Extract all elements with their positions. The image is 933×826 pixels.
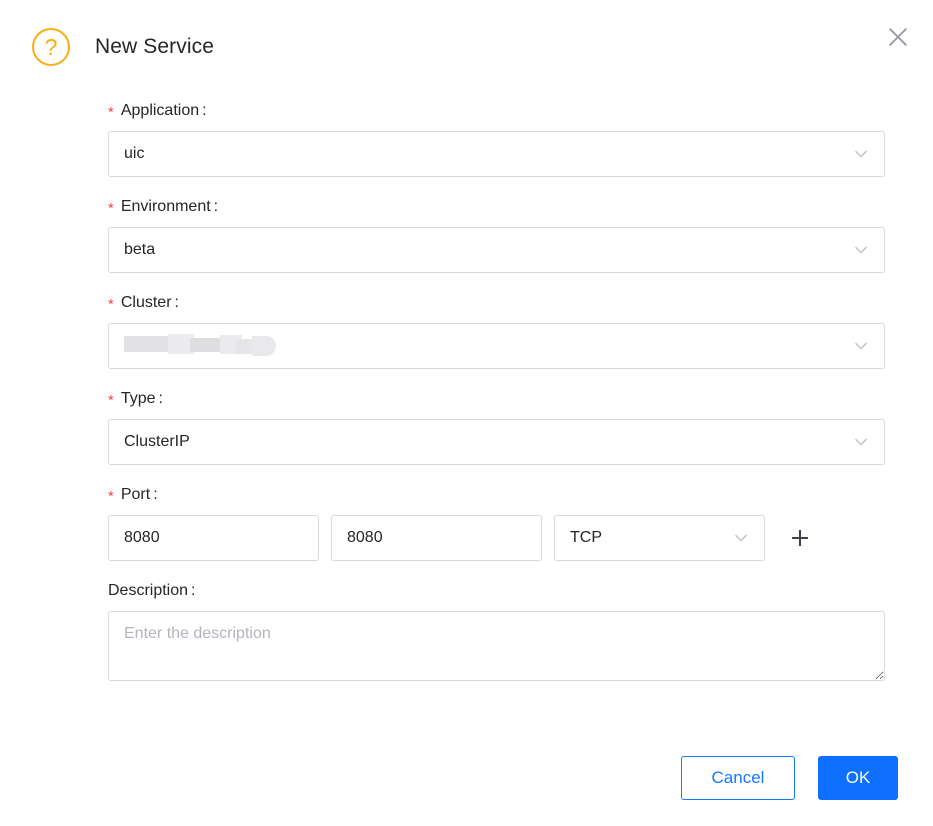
label-description: Description : xyxy=(108,580,885,602)
required-asterisk: * xyxy=(108,393,114,408)
required-asterisk: * xyxy=(108,201,114,216)
chevron-down-icon xyxy=(733,530,749,546)
cluster-select[interactable] xyxy=(108,323,885,369)
label-cluster: * Cluster : xyxy=(108,292,885,314)
cluster-select-value-redacted xyxy=(124,324,843,368)
plus-icon xyxy=(788,526,812,550)
application-select-value: uic xyxy=(124,132,843,176)
close-icon xyxy=(887,26,909,48)
environment-select[interactable]: beta xyxy=(108,227,885,273)
description-textarea[interactable] xyxy=(108,611,885,681)
chevron-down-icon xyxy=(853,338,869,354)
form-item-description: Description : xyxy=(108,580,885,681)
label-text: Application xyxy=(121,100,199,122)
label-type: * Type : xyxy=(108,388,885,410)
label-colon: : xyxy=(153,484,157,506)
redaction-mark xyxy=(220,335,242,354)
port-input[interactable] xyxy=(108,515,319,561)
label-colon: : xyxy=(175,292,179,314)
redaction-mark xyxy=(252,336,276,356)
new-service-dialog: ? New Service * Application : uic xyxy=(0,0,933,826)
label-text: Environment xyxy=(121,196,211,218)
form-item-cluster: * Cluster : xyxy=(108,292,885,369)
dialog-footer: Cancel OK xyxy=(0,730,933,826)
label-text: Cluster xyxy=(121,292,172,314)
chevron-down-icon xyxy=(853,242,869,258)
dialog-header: ? New Service xyxy=(0,0,933,58)
required-asterisk: * xyxy=(108,105,114,120)
type-select[interactable]: ClusterIP xyxy=(108,419,885,465)
add-port-button[interactable] xyxy=(783,521,817,555)
type-select-value: ClusterIP xyxy=(124,420,843,464)
chevron-down-icon xyxy=(853,146,869,162)
label-colon: : xyxy=(214,196,218,218)
application-select[interactable]: uic xyxy=(108,131,885,177)
question-circle-icon: ? xyxy=(32,28,70,66)
environment-select-value: beta xyxy=(124,228,843,272)
close-button[interactable] xyxy=(881,20,915,54)
redaction-mark xyxy=(124,336,172,352)
label-environment: * Environment : xyxy=(108,196,885,218)
label-text: Description xyxy=(108,580,188,602)
form-item-environment: * Environment : beta xyxy=(108,196,885,273)
form-item-port: * Port : TCP xyxy=(108,484,885,561)
required-asterisk: * xyxy=(108,297,114,312)
required-asterisk: * xyxy=(108,489,114,504)
redaction-mark xyxy=(168,334,194,354)
dialog-body: * Application : uic * Environment : beta xyxy=(0,58,933,681)
port-row: TCP xyxy=(108,515,885,561)
form-item-application: * Application : uic xyxy=(108,100,885,177)
redaction-mark xyxy=(190,338,224,352)
label-text: Type xyxy=(121,388,156,410)
page-title: New Service xyxy=(95,35,214,59)
form-item-type: * Type : ClusterIP xyxy=(108,388,885,465)
chevron-down-icon xyxy=(853,434,869,450)
label-colon: : xyxy=(191,580,195,602)
target-port-input[interactable] xyxy=(331,515,542,561)
protocol-select[interactable]: TCP xyxy=(554,515,765,561)
protocol-select-value: TCP xyxy=(570,516,723,560)
label-colon: : xyxy=(202,100,206,122)
cancel-button[interactable]: Cancel xyxy=(681,756,795,800)
label-port: * Port : xyxy=(108,484,885,506)
ok-button[interactable]: OK xyxy=(818,756,898,800)
label-colon: : xyxy=(159,388,163,410)
redaction-mark xyxy=(236,339,270,354)
label-text: Port xyxy=(121,484,150,506)
label-application: * Application : xyxy=(108,100,885,122)
